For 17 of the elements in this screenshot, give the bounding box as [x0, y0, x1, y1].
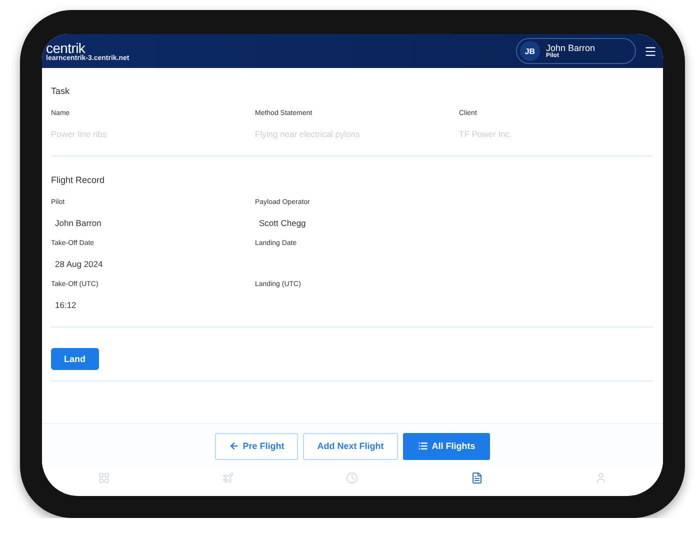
nav-icon[interactable]: [470, 472, 483, 484]
field-value: John Barron: [55, 218, 102, 228]
user-name: John Barron: [546, 43, 595, 53]
all-flights-button[interactable]: All Flights: [402, 432, 490, 460]
field-value: 28 Aug 2024: [55, 259, 103, 269]
section-title: Flight Record: [51, 174, 106, 187]
menu-icon[interactable]: [644, 44, 657, 58]
back-button[interactable]: Pre Flight: [214, 432, 298, 460]
arrow-left-icon: [228, 441, 239, 451]
add-flight-button[interactable]: Add Next Flight: [303, 432, 398, 460]
logo: centrik: [46, 40, 86, 54]
list-icon: [418, 441, 428, 451]
field-value: 16:12: [55, 300, 76, 310]
field-value: Scott Chegg: [259, 218, 306, 228]
user-avatar: JB: [520, 41, 540, 61]
land-button[interactable]: Land: [51, 348, 98, 370]
section-title: Task: [51, 85, 71, 98]
